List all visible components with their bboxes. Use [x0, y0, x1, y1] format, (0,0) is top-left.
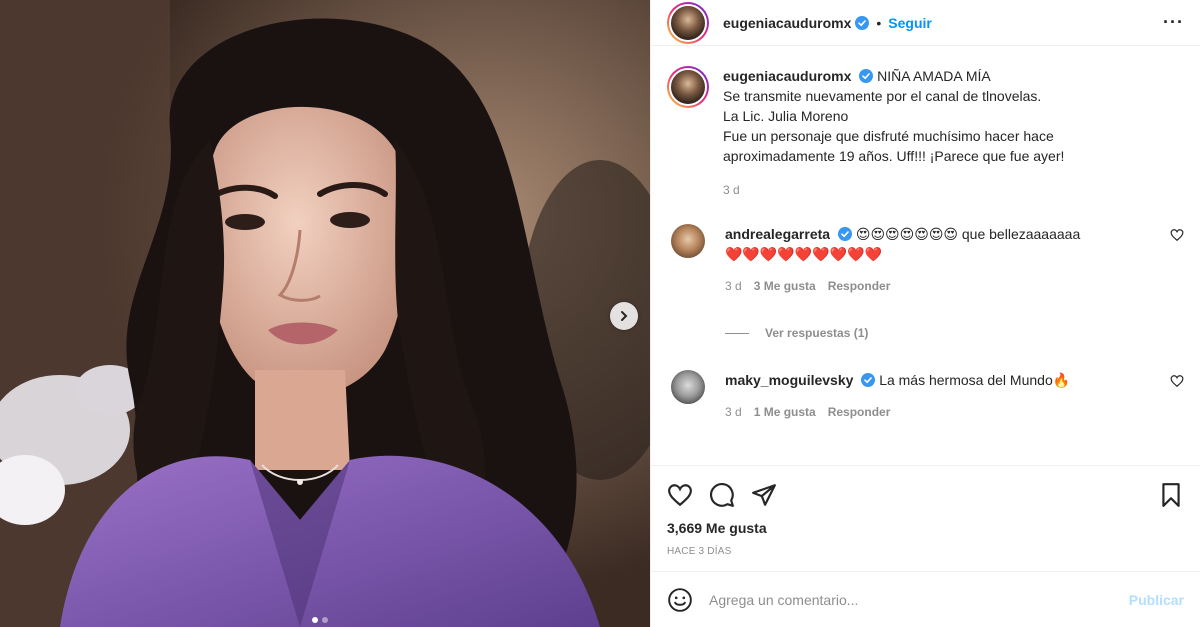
portrait-image	[0, 0, 650, 627]
like-comment-heart-icon[interactable]	[1170, 228, 1184, 242]
author-avatar[interactable]	[667, 1, 709, 44]
post-photo[interactable]	[0, 0, 650, 627]
caption-timestamp[interactable]: 3 d	[723, 180, 740, 200]
view-replies-label: Ver respuestas (1)	[765, 326, 869, 340]
caption-username[interactable]: eugeniacauduromx	[723, 68, 851, 84]
commenter-avatar[interactable]	[671, 370, 705, 404]
caption-line-4: Fue un personaje que disfruté muchísimo …	[723, 128, 1054, 144]
comment-bubble-icon[interactable]	[709, 482, 735, 508]
verified-badge-icon	[859, 69, 874, 83]
comment-timestamp[interactable]: 3 d	[725, 402, 742, 422]
replies-divider	[725, 332, 749, 334]
verified-badge-icon	[855, 15, 870, 30]
commenter-username[interactable]: maky_moguilevsky	[725, 372, 853, 388]
post-timestamp[interactable]: HACE 3 DÍAS	[667, 546, 1184, 557]
caption-line-3: La Lic. Julia Moreno	[723, 108, 849, 124]
comment-timestamp[interactable]: 3 d	[725, 276, 742, 296]
comment-text: 😍😍😍😍😍😍😍 que bellezaaaaaaa	[855, 226, 1081, 242]
commenter-username[interactable]: andrealegarreta	[725, 226, 830, 242]
save-bookmark-icon[interactable]	[1158, 482, 1184, 508]
comment-likes[interactable]: 3 Me gusta	[754, 276, 816, 296]
comment-likes[interactable]: 1 Me gusta	[754, 402, 816, 422]
post-caption: eugeniacauduromx NIÑA AMADA MÍA Se trans…	[667, 66, 1184, 200]
carousel-dot-2	[322, 617, 328, 623]
caption-line-1: NIÑA AMADA MÍA	[877, 68, 991, 84]
post-header: eugeniacauduromx • Seguir ···	[651, 0, 1200, 46]
caption-line-5: aproximadamente 19 años. Uff!!! ¡Parece …	[723, 148, 1065, 164]
view-replies-button[interactable]: Ver respuestas (1)	[725, 326, 1184, 340]
like-comment-heart-icon[interactable]	[1170, 374, 1184, 388]
verified-badge-icon	[861, 373, 876, 387]
comment-input[interactable]	[709, 591, 1129, 608]
more-options-icon[interactable]: ···	[1163, 12, 1184, 33]
comments-list[interactable]: eugeniacauduromx NIÑA AMADA MÍA Se trans…	[651, 46, 1200, 465]
carousel-dot-1	[312, 617, 318, 623]
verified-badge-icon	[837, 227, 852, 241]
comment-item: andrealegarreta 😍😍😍😍😍😍😍 que bellezaaaaaa…	[667, 224, 1184, 296]
comment-text-line-2: ❤️❤️❤️❤️❤️❤️❤️❤️❤️	[725, 246, 882, 262]
author-username[interactable]: eugeniacauduromx	[723, 15, 851, 31]
instagram-post-view: eugeniacauduromx • Seguir ··· eugeniacau…	[0, 0, 1200, 627]
comment-text: La más hermosa del Mundo🔥	[879, 372, 1071, 388]
header-separator: •	[876, 14, 882, 31]
likes-count[interactable]: 3,669 Me gusta	[667, 520, 1184, 536]
comment-item: maky_moguilevsky La más hermosa del Mund…	[667, 370, 1184, 422]
chevron-right-icon	[621, 311, 628, 321]
reply-button[interactable]: Responder	[828, 402, 891, 422]
emoji-smiley-icon[interactable]	[667, 587, 693, 613]
add-comment-bar: Publicar	[651, 571, 1200, 627]
caption-line-2: Se transmite nuevamente por el canal de …	[723, 88, 1042, 104]
carousel-indicator	[312, 617, 328, 623]
carousel-next-button[interactable]	[610, 302, 638, 330]
caption-avatar[interactable]	[667, 66, 709, 108]
like-heart-icon[interactable]	[667, 482, 693, 508]
post-actions: 3,669 Me gusta HACE 3 DÍAS	[651, 465, 1200, 571]
reply-button[interactable]: Responder	[828, 276, 891, 296]
post-side-panel: eugeniacauduromx • Seguir ··· eugeniacau…	[650, 0, 1200, 627]
publish-button[interactable]: Publicar	[1129, 592, 1184, 608]
share-paper-plane-icon[interactable]	[751, 482, 777, 508]
follow-button[interactable]: Seguir	[888, 15, 932, 31]
commenter-avatar[interactable]	[671, 224, 705, 258]
